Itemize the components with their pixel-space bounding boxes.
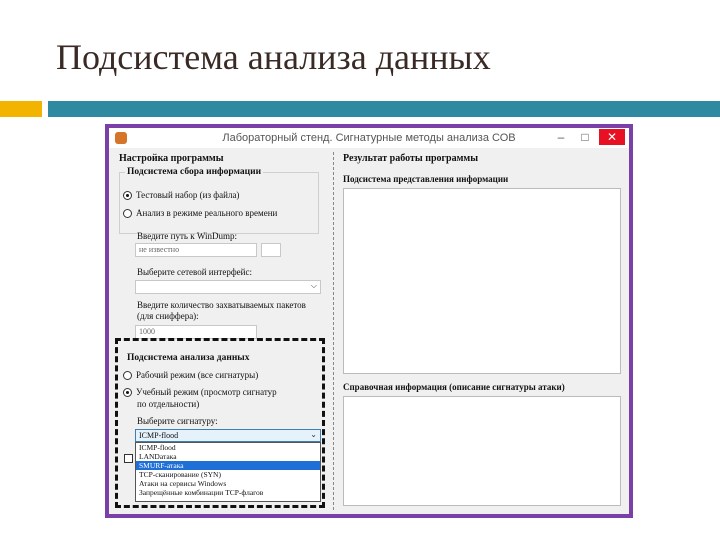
radio-work-mode[interactable]: Рабочий режим (все сигнатуры) bbox=[123, 370, 259, 381]
dropdown-item[interactable]: Запрещённые комбинации TCP-флагов bbox=[136, 488, 320, 497]
radio-learn-label-2: по отдельности) bbox=[137, 399, 200, 409]
presentation-output-panel[interactable] bbox=[343, 188, 621, 374]
windump-input[interactable]: не известно bbox=[135, 243, 257, 257]
radio-test-mode[interactable]: Тестовый набор (из файла) bbox=[123, 190, 240, 201]
radio-button[interactable] bbox=[123, 209, 132, 219]
window-client: Настройка программы Подсистема сбора инф… bbox=[109, 148, 629, 514]
close-button[interactable]: ✕ bbox=[599, 129, 625, 145]
interface-select[interactable]: ⌵ bbox=[135, 280, 321, 294]
maximize-button[interactable]: □ bbox=[575, 130, 595, 144]
chevron-down-icon: ⌄ bbox=[310, 430, 317, 439]
app-window: Лабораторный стенд. Сигнатурные методы а… bbox=[105, 124, 633, 518]
signature-label: Выберите сигнатуру: bbox=[137, 416, 218, 426]
dropdown-item[interactable]: LANDатака bbox=[136, 452, 320, 461]
result-header: Результат работы программы bbox=[343, 153, 479, 164]
windump-label: Введите путь к WinDump: bbox=[137, 231, 238, 241]
accent-bar-left bbox=[0, 101, 42, 117]
radio-realtime-label: Анализ в режиме реального времени bbox=[136, 208, 278, 218]
radio-button[interactable] bbox=[123, 191, 132, 201]
packets-label-2: (для сниффера): bbox=[137, 311, 199, 321]
accent-bar-right bbox=[48, 101, 720, 117]
unchecked-checkbox[interactable] bbox=[124, 454, 133, 463]
signature-dropdown-list[interactable]: ICMP-flood LANDатака SMURF-атака TCP-ска… bbox=[135, 442, 321, 502]
slide-title: Подсистема анализа данных bbox=[56, 37, 491, 77]
interface-label: Выберите сетевой интерфейс: bbox=[137, 267, 252, 277]
vertical-divider bbox=[333, 152, 334, 510]
reference-output-panel[interactable] bbox=[343, 396, 621, 506]
settings-header: Настройка программы bbox=[119, 153, 224, 164]
dropdown-item[interactable]: Атаки на сервисы Windows bbox=[136, 479, 320, 488]
minimize-button[interactable]: – bbox=[551, 130, 571, 144]
window-titlebar[interactable]: Лабораторный стенд. Сигнатурные методы а… bbox=[109, 128, 629, 148]
chevron-down-icon: ⌵ bbox=[310, 281, 317, 290]
packets-input[interactable]: 1000 bbox=[135, 325, 257, 339]
collection-groupbox bbox=[119, 172, 319, 234]
radio-learn-label: Учебный режим (просмотр сигнатур bbox=[136, 387, 277, 397]
windump-browse-button[interactable] bbox=[261, 243, 281, 257]
packets-label: Введите количество захватываемых пакетов bbox=[137, 300, 306, 310]
analysis-title: Подсистема анализа данных bbox=[127, 353, 250, 363]
signature-selected: ICMP-flood bbox=[139, 431, 179, 440]
radio-test-label: Тестовый набор (из файла) bbox=[136, 190, 240, 200]
dropdown-item[interactable]: ICMP-flood bbox=[136, 443, 320, 452]
radio-realtime-mode[interactable]: Анализ в режиме реального времени bbox=[123, 208, 278, 219]
collection-title: Подсистема сбора информации bbox=[125, 167, 264, 177]
reference-title: Справочная информация (описание сигнатур… bbox=[343, 382, 565, 392]
presentation-title: Подсистема представления информации bbox=[343, 174, 509, 184]
dropdown-item[interactable]: SMURF-атака bbox=[136, 461, 320, 470]
radio-button[interactable] bbox=[123, 388, 132, 398]
radio-learn-mode[interactable]: Учебный режим (просмотр сигнатур bbox=[123, 387, 277, 398]
signature-combobox[interactable]: ICMP-flood ⌄ bbox=[135, 429, 321, 442]
radio-work-label: Рабочий режим (все сигнатуры) bbox=[136, 370, 259, 380]
radio-button[interactable] bbox=[123, 371, 132, 381]
dropdown-item[interactable]: TCP-сканирование (SYN) bbox=[136, 470, 320, 479]
